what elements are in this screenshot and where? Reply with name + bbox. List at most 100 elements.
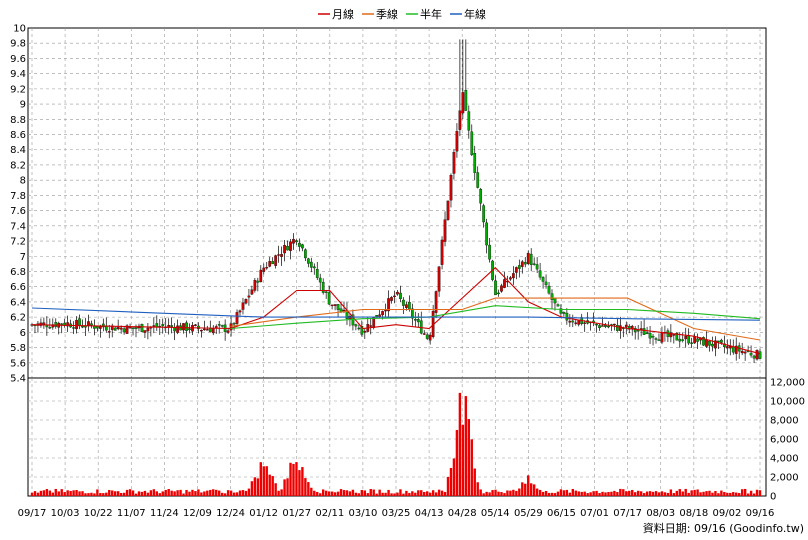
x-tick-label: 05/29: [514, 508, 543, 519]
volume-bar: [443, 491, 447, 496]
volume-bar: [729, 492, 732, 496]
volume-bar: [102, 493, 105, 496]
volume-bar: [259, 462, 262, 496]
candle-body: [336, 304, 340, 310]
volume-bar: [295, 462, 298, 496]
candle-body: [497, 292, 500, 295]
volume-bar: [182, 493, 185, 496]
volume-bar: [218, 490, 221, 496]
candle-body: [660, 332, 664, 343]
volume-bar: [746, 493, 750, 496]
volume-bar: [384, 492, 387, 496]
candle-body: [128, 327, 132, 329]
price-tick-label: 6: [20, 328, 26, 339]
volume-bar: [660, 491, 664, 496]
volume-bar: [461, 424, 465, 496]
volume-bar: [699, 492, 702, 496]
volume-bar: [108, 489, 111, 496]
volume-bar: [758, 490, 762, 496]
volume-bar: [289, 462, 292, 496]
candle-body: [330, 304, 334, 307]
x-tick-label: 07/17: [613, 508, 642, 519]
volume-bar: [431, 490, 435, 496]
candle-body: [532, 263, 536, 265]
volume-bar: [209, 489, 212, 496]
volume-bar: [690, 490, 693, 496]
candle-body: [301, 244, 304, 249]
candle-body: [470, 131, 474, 155]
candle-body: [399, 292, 402, 300]
x-tick-label: 03/10: [348, 508, 377, 519]
volume-bar: [711, 492, 714, 496]
volume-bar: [645, 491, 649, 496]
volume-bar: [735, 492, 738, 496]
volume-bar: [651, 491, 655, 496]
volume-bar: [738, 493, 741, 496]
footer-text: 資料日期: 09/16 (Goodinfo.tw): [643, 521, 804, 535]
volume-bar: [188, 491, 191, 496]
x-tick-label: 11/24: [150, 508, 179, 519]
candle-body: [381, 311, 384, 316]
volume-bar: [304, 478, 307, 496]
x-tick-label: 06/15: [547, 508, 576, 519]
volume-bar: [464, 396, 468, 496]
volume-bar: [292, 463, 295, 496]
volume-bar: [116, 491, 120, 496]
candle-body: [651, 335, 655, 338]
volume-bar: [437, 489, 441, 496]
volume-bar: [434, 492, 438, 496]
candle-body: [131, 327, 135, 329]
volume-bar: [167, 489, 170, 496]
volume-bar: [238, 490, 242, 496]
candle-body: [324, 291, 328, 293]
candle-body: [134, 327, 138, 329]
volume-bar: [553, 493, 557, 496]
volume-bar: [396, 492, 399, 496]
price-tick-label: 6.2: [10, 313, 26, 324]
volume-bar: [57, 491, 60, 496]
candle-body: [402, 299, 405, 306]
volume-bar: [105, 492, 108, 496]
x-tick-label: 09/02: [712, 508, 741, 519]
x-tick-label: 10/03: [51, 508, 80, 519]
candle-body: [482, 205, 486, 223]
volume-bar: [577, 491, 580, 496]
volume-bar: [220, 492, 224, 496]
price-tick-label: 9.2: [10, 84, 26, 95]
candle-body: [247, 295, 251, 298]
volume-bar: [687, 492, 690, 496]
candle-body: [740, 350, 744, 354]
volume-bar: [87, 493, 90, 496]
volume-bar: [69, 490, 72, 496]
candle-body: [601, 325, 604, 327]
candle-body: [512, 273, 515, 279]
volume-bar: [152, 489, 156, 496]
candle-body: [244, 299, 248, 304]
candle-body: [526, 252, 530, 265]
candle-body: [211, 328, 215, 334]
candle-body: [437, 266, 441, 292]
volume-bar: [283, 479, 286, 496]
volume-bar: [158, 493, 161, 496]
candle-body: [613, 323, 616, 326]
volume-bar: [455, 429, 459, 496]
volume-bar: [149, 490, 153, 496]
volume-bar: [78, 491, 81, 496]
price-tick-label: 8: [20, 176, 26, 187]
volume-bar: [399, 489, 402, 496]
volume-bar: [226, 490, 230, 496]
candle-body: [384, 309, 387, 312]
candle-body: [708, 341, 711, 346]
candle-body: [752, 355, 756, 359]
candle-body: [194, 324, 197, 326]
price-tick-label: 10: [13, 24, 26, 35]
volume-bar: [128, 489, 132, 496]
candle-body: [583, 322, 587, 324]
candle-body: [565, 312, 569, 321]
volume-bar: [173, 491, 176, 496]
price-tick-label: 8.2: [10, 160, 26, 171]
candle-body: [208, 328, 212, 333]
volume-bar: [390, 493, 393, 496]
price-tick-label: 6.8: [10, 267, 26, 278]
volume-bar: [666, 492, 670, 496]
